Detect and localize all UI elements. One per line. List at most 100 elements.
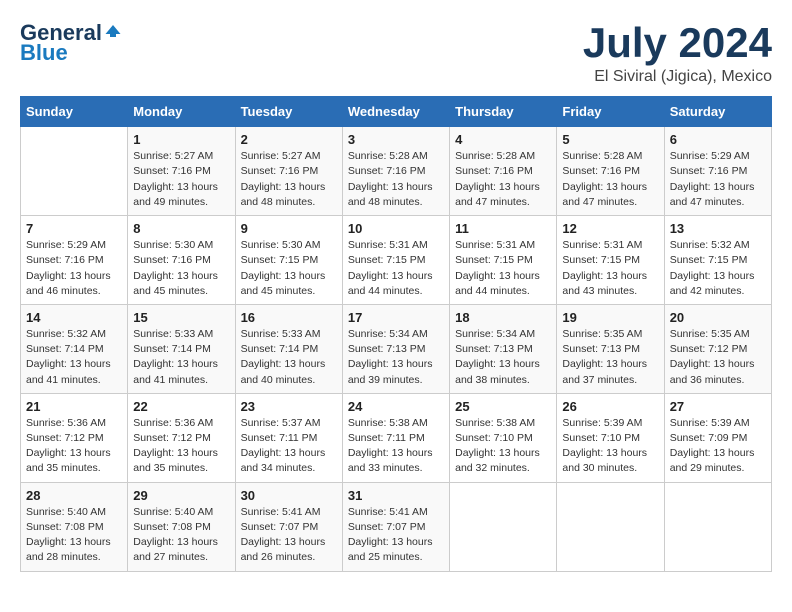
calendar-week-row: 21 Sunrise: 5:36 AMSunset: 7:12 PMDayligh… [21,393,772,482]
calendar-day-cell: 6Sunrise: 5:29 AMSunset: 7:16 PMDaylight… [664,127,771,216]
day-number: 22 [133,399,229,414]
day-of-week-header: Thursday [450,97,557,127]
day-info: Sunrise: 5:32 AMSunset: 7:14 PMDaylight:… [26,327,122,388]
day-number: 4 [455,132,551,147]
day-number: 14 [26,310,122,325]
location-title: El Siviral (Jigica), Mexico [583,68,772,86]
day-info: Sunrise: 5:35 AMSunset: 7:12 PMDaylight:… [670,327,766,388]
day-number: 5 [562,132,658,147]
calendar-day-cell: 25 Sunrise: 5:38 AMSunset: 7:10 PMDayligh… [450,393,557,482]
calendar-day-cell: 7Sunrise: 5:29 AMSunset: 7:16 PMDaylight… [21,216,128,305]
day-of-week-header: Wednesday [342,97,449,127]
calendar-day-cell: 5 Sunrise: 5:28 AMSunset: 7:16 PMDaylight… [557,127,664,216]
day-of-week-header: Tuesday [235,97,342,127]
day-info: Sunrise: 5:31 AMSunset: 7:15 PMDaylight:… [455,238,551,299]
calendar-day-cell: 24Sunrise: 5:38 AMSunset: 7:11 PMDayligh… [342,393,449,482]
calendar-day-cell: 27 Sunrise: 5:39 AMSunset: 7:09 PMDayligh… [664,393,771,482]
calendar-day-cell [664,482,771,571]
calendar-day-cell: 20 Sunrise: 5:35 AMSunset: 7:12 PMDayligh… [664,304,771,393]
calendar-week-row: 28 Sunrise: 5:40 AMSunset: 7:08 PMDayligh… [21,482,772,571]
calendar-day-cell: 21 Sunrise: 5:36 AMSunset: 7:12 PMDayligh… [21,393,128,482]
day-number: 28 [26,488,122,503]
day-info: Sunrise: 5:39 AMSunset: 7:09 PMDaylight:… [670,416,766,477]
calendar-day-cell: 2 Sunrise: 5:27 AMSunset: 7:16 PMDaylight… [235,127,342,216]
day-number: 24 [348,399,444,414]
day-info: Sunrise: 5:35 AMSunset: 7:13 PMDaylight:… [562,327,658,388]
day-info: Sunrise: 5:30 AMSunset: 7:15 PMDaylight:… [241,238,337,299]
day-info: Sunrise: 5:41 AMSunset: 7:07 PMDaylight:… [348,505,444,566]
day-number: 15 [133,310,229,325]
logo-blue: Blue [20,40,68,66]
calendar-day-cell: 29 Sunrise: 5:40 AMSunset: 7:08 PMDayligh… [128,482,235,571]
calendar-week-row: 7Sunrise: 5:29 AMSunset: 7:16 PMDaylight… [21,216,772,305]
calendar-day-cell: 3 Sunrise: 5:28 AMSunset: 7:16 PMDaylight… [342,127,449,216]
calendar-day-cell: 8 Sunrise: 5:30 AMSunset: 7:16 PMDaylight… [128,216,235,305]
logo: General Blue [20,20,122,66]
day-info: Sunrise: 5:27 AMSunset: 7:16 PMDaylight:… [241,149,337,210]
day-number: 12 [562,221,658,236]
day-number: 11 [455,221,551,236]
day-info: Sunrise: 5:31 AMSunset: 7:15 PMDaylight:… [562,238,658,299]
day-info: Sunrise: 5:29 AMSunset: 7:16 PMDaylight:… [26,238,122,299]
day-number: 6 [670,132,766,147]
day-info: Sunrise: 5:28 AMSunset: 7:16 PMDaylight:… [348,149,444,210]
day-of-week-header: Saturday [664,97,771,127]
day-of-week-header: Friday [557,97,664,127]
day-info: Sunrise: 5:36 AMSunset: 7:12 PMDaylight:… [26,416,122,477]
calendar-day-cell: 12 Sunrise: 5:31 AMSunset: 7:15 PMDayligh… [557,216,664,305]
calendar-day-cell: 18 Sunrise: 5:34 AMSunset: 7:13 PMDayligh… [450,304,557,393]
day-info: Sunrise: 5:36 AMSunset: 7:12 PMDaylight:… [133,416,229,477]
calendar-week-row: 1 Sunrise: 5:27 AMSunset: 7:16 PMDaylight… [21,127,772,216]
day-number: 8 [133,221,229,236]
day-number: 29 [133,488,229,503]
calendar-day-cell: 15 Sunrise: 5:33 AMSunset: 7:14 PMDayligh… [128,304,235,393]
calendar-week-row: 14 Sunrise: 5:32 AMSunset: 7:14 PMDayligh… [21,304,772,393]
day-number: 10 [348,221,444,236]
day-info: Sunrise: 5:39 AMSunset: 7:10 PMDaylight:… [562,416,658,477]
day-number: 21 [26,399,122,414]
day-number: 16 [241,310,337,325]
day-number: 23 [241,399,337,414]
day-info: Sunrise: 5:28 AMSunset: 7:16 PMDaylight:… [562,149,658,210]
day-number: 18 [455,310,551,325]
calendar-day-cell: 13Sunrise: 5:32 AMSunset: 7:15 PMDayligh… [664,216,771,305]
day-info: Sunrise: 5:28 AMSunset: 7:16 PMDaylight:… [455,149,551,210]
calendar-day-cell: 1 Sunrise: 5:27 AMSunset: 7:16 PMDaylight… [128,127,235,216]
calendar-day-cell [557,482,664,571]
day-info: Sunrise: 5:34 AMSunset: 7:13 PMDaylight:… [455,327,551,388]
day-info: Sunrise: 5:27 AMSunset: 7:16 PMDaylight:… [133,149,229,210]
day-number: 2 [241,132,337,147]
calendar-day-cell [450,482,557,571]
day-info: Sunrise: 5:33 AMSunset: 7:14 PMDaylight:… [133,327,229,388]
calendar-day-cell: 16Sunrise: 5:33 AMSunset: 7:14 PMDayligh… [235,304,342,393]
calendar-day-cell: 14 Sunrise: 5:32 AMSunset: 7:14 PMDayligh… [21,304,128,393]
title-block: July 2024 El Siviral (Jigica), Mexico [583,20,772,86]
day-number: 1 [133,132,229,147]
day-info: Sunrise: 5:32 AMSunset: 7:15 PMDaylight:… [670,238,766,299]
calendar-header-row: SundayMondayTuesdayWednesdayThursdayFrid… [21,97,772,127]
calendar-day-cell: 9Sunrise: 5:30 AMSunset: 7:15 PMDaylight… [235,216,342,305]
day-number: 3 [348,132,444,147]
day-info: Sunrise: 5:41 AMSunset: 7:07 PMDaylight:… [241,505,337,566]
calendar-day-cell [21,127,128,216]
calendar-day-cell: 26Sunrise: 5:39 AMSunset: 7:10 PMDayligh… [557,393,664,482]
day-number: 27 [670,399,766,414]
day-info: Sunrise: 5:37 AMSunset: 7:11 PMDaylight:… [241,416,337,477]
day-number: 17 [348,310,444,325]
day-number: 19 [562,310,658,325]
day-info: Sunrise: 5:38 AMSunset: 7:10 PMDaylight:… [455,416,551,477]
calendar-day-cell: 22 Sunrise: 5:36 AMSunset: 7:12 PMDayligh… [128,393,235,482]
logo-icon [104,22,122,40]
day-number: 31 [348,488,444,503]
calendar-day-cell: 30 Sunrise: 5:41 AMSunset: 7:07 PMDayligh… [235,482,342,571]
day-info: Sunrise: 5:31 AMSunset: 7:15 PMDaylight:… [348,238,444,299]
calendar-day-cell: 4 Sunrise: 5:28 AMSunset: 7:16 PMDaylight… [450,127,557,216]
day-number: 30 [241,488,337,503]
day-number: 25 [455,399,551,414]
day-info: Sunrise: 5:30 AMSunset: 7:16 PMDaylight:… [133,238,229,299]
day-number: 20 [670,310,766,325]
calendar-day-cell: 11 Sunrise: 5:31 AMSunset: 7:15 PMDayligh… [450,216,557,305]
calendar-day-cell: 28Sunrise: 5:40 AMSunset: 7:08 PMDayligh… [21,482,128,571]
day-info: Sunrise: 5:40 AMSunset: 7:08 PMDaylight:… [133,505,229,566]
day-info: Sunrise: 5:34 AMSunset: 7:13 PMDaylight:… [348,327,444,388]
